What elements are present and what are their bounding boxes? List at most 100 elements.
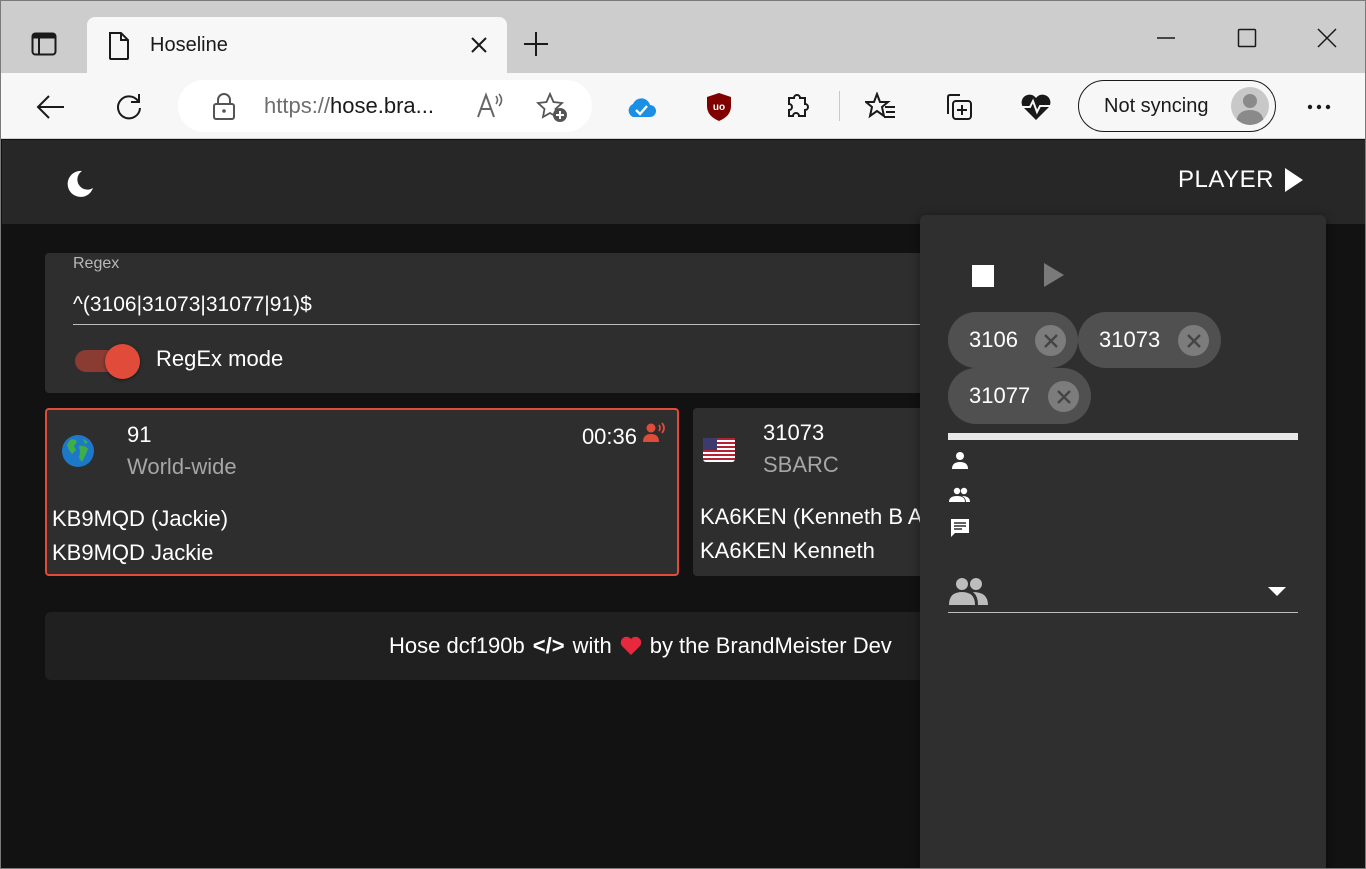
sync-status-label: Not syncing [1104,94,1209,117]
ublock-button[interactable]: uo [701,89,737,125]
talkgroup-name: World-wide [127,454,237,479]
footer-credits: Hose dcf190b </> with by the BrandMeiste… [389,633,892,659]
chip-label: 3106 [969,327,1018,352]
footer: Hose dcf190b </> with by the BrandMeiste… [45,612,945,680]
footer-authors: by the BrandMeister Dev [649,633,892,658]
close-icon [1317,28,1337,48]
theme-toggle-button[interactable] [60,164,100,204]
puzzle-icon [788,94,809,117]
filter-card: Regex RegEx mode [45,253,953,393]
playback-progress [948,433,1298,440]
tab-actions-button[interactable] [29,29,59,59]
profile-sync-button[interactable]: Not syncing [1078,80,1276,132]
browser-tab[interactable]: Hoseline [87,17,507,73]
read-aloud-icon[interactable] [476,92,506,120]
regex-input[interactable] [73,285,953,325]
back-arrow-icon [36,95,64,119]
talkgroup-id: 31073 [763,420,825,445]
close-icon [471,37,487,53]
collections-icon [947,94,972,120]
user-avatar-icon [1236,94,1264,125]
lock-icon [213,93,235,120]
progress-fill [948,433,1298,440]
talker-name: KA6KEN Kenneth [700,538,875,563]
player-toggle-button[interactable]: PLAYER [1178,166,1304,194]
play-icon [1284,168,1303,192]
talkgroup-card[interactable]: 31073 SBARC KA6KEN (Kenneth B A KA6KEN K… [693,408,953,576]
talker-callsign: KA6KEN (Kenneth B A [700,504,923,529]
ublock-shield-icon: uo [707,93,731,121]
close-window-button[interactable] [1307,23,1347,53]
footer-version: Hose dcf190b [389,633,525,658]
minimize-icon [1157,37,1175,39]
chip-remove-button[interactable] [1048,381,1079,412]
regex-field-label: Regex [73,255,120,272]
avatar [1231,87,1269,125]
globe-icon [62,435,94,467]
us-flag-icon [703,438,735,462]
more-dots-icon [1307,104,1331,110]
talkgroup-chip[interactable]: 31077 [948,368,1091,424]
onedrive-button[interactable] [623,89,659,125]
tab-actions-icon [31,32,57,56]
talkgroup-chip[interactable]: 3106 [948,312,1078,368]
talkgroup-id: 91 [127,422,152,447]
message-icon [951,519,969,537]
toolbar-separator [839,91,840,121]
tab-strip: Hoseline [1,1,1365,73]
chip-remove-button[interactable] [1035,325,1066,356]
refresh-button[interactable] [111,89,147,125]
page-icon [109,32,129,60]
switch-thumb [105,344,140,379]
heart-pulse-icon [1021,94,1051,120]
new-tab-button[interactable] [521,29,551,59]
person-icon [952,452,968,469]
browser-toolbar: https://hose.bra... uo Not syncing [1,73,1365,139]
group-select[interactable] [948,573,1298,613]
talkgroup-chip[interactable]: 31073 [1078,312,1221,368]
more-menu-button[interactable] [1301,89,1337,125]
plus-icon [524,32,548,56]
chip-remove-button[interactable] [1178,325,1209,356]
minimize-button[interactable] [1146,23,1186,53]
heart-icon [620,636,641,655]
code-symbol: </> [532,633,565,658]
speaking-person-icon [643,422,665,442]
talk-duration: 00:36 [581,424,637,449]
close-icon [1056,389,1071,404]
maximize-icon [1237,28,1257,48]
talkgroup-name: SBARC [763,452,839,477]
address-bar[interactable]: https://hose.bra... [178,80,592,132]
player-panel: 3106 31073 31077 [920,215,1326,868]
regex-mode-label: RegEx mode [156,346,284,371]
group-icon [949,487,970,502]
extensions-button[interactable] [779,89,815,125]
group-icon [949,578,988,605]
star-add-icon[interactable] [536,92,570,124]
tab-close-button[interactable] [467,33,491,57]
page-content: PLAYER Regex RegEx mode 91 World-wide 00… [2,140,1365,868]
url-text[interactable]: https://hose.bra... [264,93,434,119]
browser-window: Hoseline https://hose.bra... uo Not sync… [0,0,1366,869]
play-button[interactable] [1044,263,1064,287]
collections-button[interactable] [941,89,977,125]
talkgroup-card[interactable]: 91 World-wide 00:36 KB9MQD (Jackie) KB9M… [45,408,679,576]
close-icon [1043,333,1058,348]
refresh-icon [117,94,141,120]
favorites-list-icon [865,92,895,119]
regex-mode-switch[interactable] [75,343,141,379]
chip-label: 31077 [969,383,1031,408]
browser-essentials-button[interactable] [1018,89,1054,125]
talker-callsign: KB9MQD (Jackie) [52,506,229,531]
favorites-button[interactable] [863,89,899,125]
cloud-check-icon [628,98,656,117]
stop-button[interactable] [972,265,994,287]
back-button[interactable] [33,89,69,125]
player-label: PLAYER [1178,166,1274,193]
talker-name: KB9MQD Jackie [52,540,214,565]
maximize-button[interactable] [1227,23,1267,53]
moon-icon [67,170,93,197]
close-icon [1186,333,1201,348]
tab-title: Hoseline [150,34,228,56]
svg-text:uo: uo [713,102,725,113]
